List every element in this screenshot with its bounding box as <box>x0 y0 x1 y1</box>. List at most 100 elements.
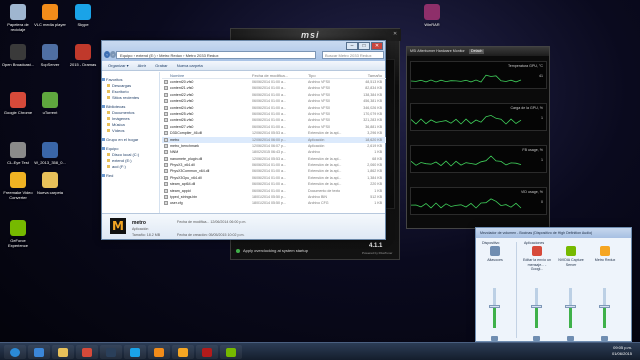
organize-button[interactable]: Organizar ▾ <box>108 63 129 68</box>
desktop-icon[interactable]: VLC media player <box>33 4 67 27</box>
monitor-graph-value: 1 <box>541 116 543 120</box>
file-icon <box>164 143 168 148</box>
startup-toggle[interactable] <box>236 249 240 253</box>
skype-taskbar-button[interactable] <box>124 345 146 359</box>
column-date[interactable]: Fecha de modifica... <box>252 72 307 79</box>
mixer-channel: Altavoces <box>480 240 510 341</box>
desktop-icon[interactable]: Nueva carpeta <box>33 172 67 195</box>
hardware-monitor-window[interactable]: MSI Afterburner Hardware Monitor Detach … <box>406 46 550 229</box>
file-icon <box>164 131 168 136</box>
file-list: Nombre Fecha de modifica... Tipo Tamaño … <box>162 72 386 214</box>
desktop-icon-image <box>10 92 26 108</box>
desktop-icon-image <box>10 4 26 20</box>
desktop-icon-label: Nueva carpeta <box>36 190 63 195</box>
desktop-icon[interactable]: CL-Eye Test <box>1 142 35 165</box>
desktop-icon-image <box>10 44 26 60</box>
start-orb-taskbar-button[interactable] <box>4 345 26 359</box>
chrome-icon <box>82 348 92 357</box>
mute-button[interactable] <box>601 336 608 341</box>
metro-icon <box>178 348 188 357</box>
desktop-icon-image <box>10 142 26 158</box>
column-size[interactable]: Tamaño <box>354 72 382 79</box>
detach-button[interactable]: Detach <box>469 49 485 54</box>
close-icon[interactable]: ✕ <box>393 31 397 37</box>
nav-homegroup[interactable]: Grupo en el hogar <box>102 137 159 143</box>
metro-taskbar-button[interactable] <box>172 345 194 359</box>
version-label: 4.1.1 <box>369 243 383 249</box>
steam-icon <box>106 348 116 357</box>
system-clock[interactable]: 09:05 p.m. 01/06/2015 <box>612 345 632 357</box>
afterburner-taskbar-button[interactable] <box>196 345 218 359</box>
new-folder-button[interactable]: Nueva carpeta <box>177 63 203 68</box>
mute-button[interactable] <box>567 336 574 341</box>
chrome-taskbar-button[interactable] <box>76 345 98 359</box>
close-icon[interactable]: ✕ <box>371 42 383 50</box>
volume-slider-thumb[interactable] <box>489 305 500 308</box>
file-row[interactable]: user.cfg 18/01/2014 05:50 p... Archivo CFG… <box>162 200 386 206</box>
desktop-icon[interactable]: WinRAR <box>415 4 449 27</box>
volume-slider-thumb[interactable] <box>565 305 576 308</box>
column-type[interactable]: Tipo <box>308 72 353 79</box>
volume-slider-thumb[interactable] <box>531 305 542 308</box>
desktop-icon[interactable]: Google Chrome <box>1 92 35 115</box>
volume-slider-thumb[interactable] <box>599 305 610 308</box>
volume-mixer-window[interactable]: Mezclador de volumen - Bocinas (Disposit… <box>475 227 632 342</box>
file-icon <box>164 195 168 200</box>
monitor-graph: FB usage, % 1 <box>410 145 547 173</box>
volume-slider-fill <box>535 306 538 328</box>
minimize-icon[interactable]: – <box>346 42 358 50</box>
maximize-icon[interactable]: □ <box>358 42 370 50</box>
nvidia-icon <box>566 246 576 256</box>
desktop-icon[interactable]: Freemake Video Converter <box>1 172 35 200</box>
geforce-taskbar-button[interactable] <box>220 345 242 359</box>
mixer-channel-label: Editar la envío un mensaje... - Googl... <box>523 258 551 271</box>
mute-button[interactable] <box>491 336 498 341</box>
monitor-titlebar[interactable]: MSI Afterburner Hardware Monitor Detach <box>407 47 549 56</box>
nav-item-drive-f[interactable]: acd (F:) <box>102 164 159 170</box>
nav-item-recent[interactable]: Sitios recientes <box>102 95 159 101</box>
burn-button[interactable]: Grabar <box>155 63 167 68</box>
details-size: Tamaño: 18.2 MB <box>132 233 161 237</box>
nav-network[interactable]: Red <box>102 173 159 179</box>
desktop-icon[interactable]: 2015 - Dramas <box>66 44 100 67</box>
desktop-icon[interactable]: Open Broadcast... <box>1 44 35 67</box>
explorer-titlebar[interactable]: – □ ✕ ‹ › Equipo › extend (E:) › Metro R… <box>102 41 385 61</box>
search-input[interactable]: Buscar Metro 2033 Redux <box>322 51 384 59</box>
file-icon <box>164 137 168 142</box>
desktop-icon[interactable]: Skype <box>66 4 100 27</box>
vlc-taskbar-button[interactable] <box>148 345 170 359</box>
mixer-channel: Editar la envío un mensaje... - Googl... <box>522 240 552 341</box>
desktop-icon-image <box>42 142 58 158</box>
mixer-channel: Metro Redux <box>590 240 620 341</box>
clock-date: 01/06/2015 <box>611 351 632 356</box>
monitor-graph-label: Carga de la GPU, % <box>510 106 543 110</box>
chrome-icon <box>532 246 542 256</box>
desktop-icon[interactable]: W_2013_358_0... <box>33 142 67 165</box>
mixer-titlebar[interactable]: Mezclador de volumen - Bocinas (Disposit… <box>476 228 631 238</box>
monitor-graph-value: 1 <box>541 158 543 162</box>
details-type: Aplicación <box>132 227 149 231</box>
ie-icon <box>34 348 44 357</box>
desktop-icon-label: ScpServer <box>40 62 60 67</box>
mute-button[interactable] <box>533 336 540 341</box>
mixer-channel: NVIDIA Capture Server <box>556 240 586 341</box>
nav-item-videos[interactable]: Vídeos <box>102 128 159 134</box>
navigation-pane: Favoritos Descargas Escritorio Sitios re… <box>102 72 160 214</box>
file-icon <box>164 99 168 104</box>
desktop-icon-label: Skype <box>77 22 89 27</box>
desktop-icon[interactable]: Papelera de reciclaje <box>1 4 35 32</box>
explorer-taskbar-button[interactable] <box>52 345 74 359</box>
desktop-icon[interactable]: uTorrent <box>33 92 67 115</box>
address-bar[interactable]: Equipo › extend (E:) › Metro Redux › Met… <box>116 51 316 59</box>
desktop-icon[interactable]: GeForce Experience <box>1 220 35 248</box>
desktop-icon[interactable]: ScpServer <box>33 44 67 67</box>
startup-label: Apply overclocking at system startup <box>243 248 308 253</box>
file-type: Archivo CFG <box>308 201 329 206</box>
explorer-window[interactable]: – □ ✕ ‹ › Equipo › extend (E:) › Metro R… <box>101 40 386 240</box>
desktop-icon-label: 2015 - Dramas <box>69 62 97 67</box>
open-button[interactable]: Abrir <box>138 63 146 68</box>
ie-taskbar-button[interactable] <box>28 345 50 359</box>
column-name[interactable]: Nombre <box>170 72 250 79</box>
steam-taskbar-button[interactable] <box>100 345 122 359</box>
file-icon <box>164 86 168 91</box>
